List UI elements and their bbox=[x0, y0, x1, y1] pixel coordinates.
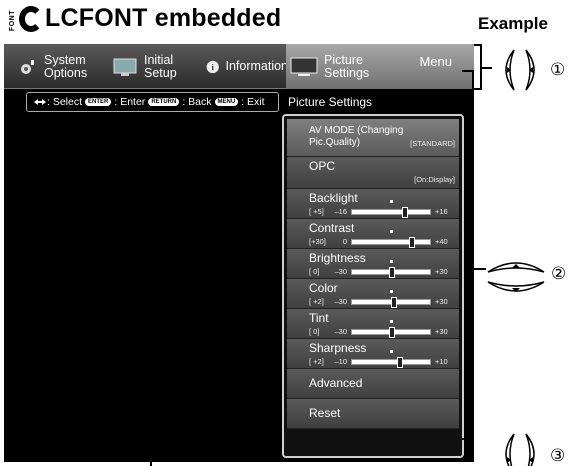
slider[interactable] bbox=[351, 199, 431, 218]
callout-number-3: ③ bbox=[550, 446, 566, 465]
info-icon: i bbox=[206, 60, 219, 73]
slider-knob[interactable] bbox=[389, 326, 395, 338]
callout-number-1: ① bbox=[550, 60, 566, 79]
menu-item-advanced[interactable]: Advanced bbox=[287, 369, 459, 399]
item-value: [On:Display] bbox=[414, 175, 455, 184]
item-label: Contrast bbox=[309, 221, 355, 235]
setup-icon bbox=[113, 58, 137, 76]
menu-item-reset[interactable]: Reset bbox=[287, 399, 459, 429]
item-current: [+30] bbox=[309, 237, 326, 246]
item-label: Sharpness bbox=[309, 341, 367, 355]
menu-item-contrast[interactable]: Contrast [+30] 0 +40 bbox=[287, 219, 459, 249]
item-min: –16 bbox=[334, 207, 347, 216]
item-label: Tint bbox=[309, 311, 329, 325]
item-max: +30 bbox=[435, 267, 448, 276]
callout-bracket-1 bbox=[474, 44, 482, 90]
slider[interactable] bbox=[351, 349, 431, 368]
slider[interactable] bbox=[351, 259, 431, 278]
menu-item-color[interactable]: Color [ +2] –30 +30 bbox=[287, 279, 459, 309]
help-back: : Back bbox=[182, 96, 212, 108]
center-mark bbox=[390, 319, 393, 323]
left-right-buttons-icon bbox=[505, 49, 535, 91]
menu-item-tint[interactable]: Tint [ 0] –30 +30 bbox=[287, 309, 459, 339]
item-label: Color bbox=[309, 281, 338, 295]
menu-item-opc[interactable]: OPC [On:Display] bbox=[287, 157, 459, 189]
slider[interactable] bbox=[351, 229, 431, 248]
slider-knob[interactable] bbox=[389, 266, 395, 278]
lcfont-logo: FONT bbox=[4, 4, 43, 36]
item-max: +30 bbox=[435, 327, 448, 336]
item-min: –10 bbox=[334, 357, 347, 366]
item-min: –30 bbox=[334, 297, 347, 306]
item-max: +30 bbox=[435, 297, 448, 306]
help-exit: : Exit bbox=[241, 96, 265, 108]
direction-icon bbox=[34, 99, 46, 105]
gear-icon bbox=[21, 59, 34, 74]
item-label: Advanced bbox=[309, 376, 363, 390]
item-current: [ +2] bbox=[309, 297, 324, 306]
picture-settings-heading: Picture Settings bbox=[288, 95, 373, 109]
help-bar: : Select ENTER : Enter RETURN : Back MEN… bbox=[26, 92, 279, 112]
menu-item-backlight[interactable]: Backlight [ +5] –16 +16 bbox=[287, 189, 459, 219]
menu-item-av-mode[interactable]: AV MODE (Changing Pic.Quality) [STANDARD… bbox=[287, 119, 459, 157]
return-key-icon: RETURN bbox=[148, 98, 180, 106]
slider[interactable] bbox=[351, 319, 431, 338]
center-mark bbox=[390, 229, 393, 233]
item-min: 0 bbox=[342, 237, 347, 246]
item-current: [ +5] bbox=[309, 207, 324, 216]
left-right-buttons-icon bbox=[505, 433, 535, 466]
center-mark bbox=[390, 259, 393, 263]
monitor-icon bbox=[290, 57, 318, 76]
menu-label: Menu bbox=[419, 54, 452, 69]
slider-knob[interactable] bbox=[409, 236, 415, 248]
item-max: +10 bbox=[435, 357, 448, 366]
tab-label: System Options bbox=[44, 52, 88, 80]
callout-number-2: ② bbox=[551, 264, 567, 283]
item-current: [ 0] bbox=[309, 327, 320, 336]
item-max: +16 bbox=[435, 207, 448, 216]
menu-key-icon: MENU bbox=[214, 98, 239, 106]
tab-information[interactable]: i Information bbox=[206, 44, 288, 89]
slider-knob[interactable] bbox=[401, 206, 408, 218]
menu-bar: System Options Initial Setup i Informati… bbox=[4, 44, 474, 89]
item-min: –30 bbox=[334, 267, 347, 276]
example-label: Example bbox=[478, 14, 548, 33]
tab-label: Initial Setup bbox=[144, 52, 177, 80]
menu-item-brightness[interactable]: Brightness [ 0] –30 +30 bbox=[287, 249, 459, 279]
slider-knob[interactable] bbox=[397, 356, 403, 368]
help-select: : Select bbox=[47, 96, 83, 108]
enter-key-icon: ENTER bbox=[85, 98, 112, 106]
page-title: LCFONT embedded bbox=[45, 4, 282, 32]
item-min: –30 bbox=[334, 327, 347, 336]
tab-initial-setup[interactable]: Initial Setup bbox=[112, 44, 204, 89]
item-label: Reset bbox=[309, 406, 341, 420]
item-label: Brightness bbox=[309, 251, 366, 265]
tab-label: Picture Settings bbox=[324, 52, 370, 80]
center-mark bbox=[390, 349, 393, 353]
callout-connector bbox=[474, 268, 486, 270]
callout-connector bbox=[482, 67, 492, 69]
c-logo-icon bbox=[19, 6, 43, 32]
callout-bracket-2 bbox=[462, 70, 474, 440]
menu-item-sharpness[interactable]: Sharpness [ +2] –10 +10 bbox=[287, 339, 459, 369]
item-value: [STANDARD] bbox=[410, 139, 455, 148]
slider[interactable] bbox=[351, 289, 431, 308]
tab-label: Information bbox=[225, 59, 288, 73]
tab-system-options[interactable]: System Options bbox=[18, 44, 110, 89]
item-max: +40 bbox=[435, 237, 448, 246]
help-enter: : Enter bbox=[114, 96, 146, 108]
item-label: OPC bbox=[309, 159, 336, 173]
center-mark bbox=[390, 199, 393, 203]
item-label: Backlight bbox=[309, 191, 358, 205]
item-current: [ 0] bbox=[309, 267, 320, 276]
center-mark bbox=[390, 289, 393, 293]
slider-knob[interactable] bbox=[391, 296, 398, 308]
up-down-buttons-icon bbox=[487, 262, 545, 292]
tv-screen: System Options Initial Setup i Informati… bbox=[4, 44, 474, 462]
font-badge: FONT bbox=[9, 10, 16, 32]
callout-line bbox=[150, 412, 152, 466]
item-current: [ +2] bbox=[309, 357, 324, 366]
picture-settings-panel: AV MODE (Changing Pic.Quality) [STANDARD… bbox=[282, 114, 464, 458]
